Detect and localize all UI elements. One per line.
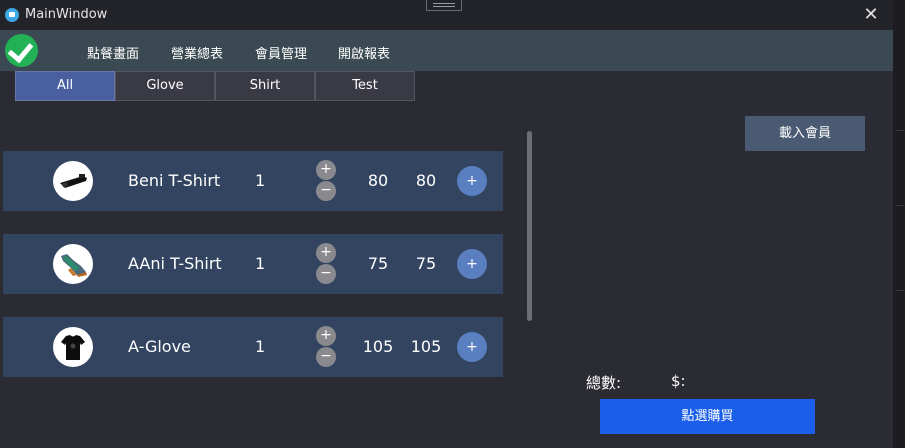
purchase-button[interactable]: 點選購買 [600,399,815,434]
product-row: AAni T-Shirt 1 + − 75 75 + [3,234,503,294]
increase-quantity-button[interactable]: + [316,243,336,263]
load-member-button[interactable]: 載入會員 [745,116,865,151]
shoe-icon [53,244,93,284]
menu-item-open-report[interactable]: 開啟報表 [338,43,390,62]
window-title: MainWindow [25,7,108,22]
background-line [895,205,905,206]
title-bar[interactable]: MainWindow ✕ [0,0,893,30]
increase-quantity-button[interactable]: + [316,160,336,180]
subtotal: 105 [410,337,442,356]
glove-icon [53,161,93,201]
product-quantity: 1 [255,337,266,356]
menu-item-sales-summary[interactable]: 營業總表 [171,43,223,62]
app-icon [5,8,19,22]
add-to-cart-button[interactable]: + [457,166,487,196]
product-name: A-Glove [128,337,191,356]
tab-glove[interactable]: Glove [115,71,215,101]
close-button[interactable]: ✕ [858,5,884,25]
product-list-scrollbar[interactable] [527,131,532,321]
decrease-quantity-button[interactable]: − [316,181,336,201]
unit-price: 75 [367,254,389,273]
product-quantity: 1 [255,171,266,190]
product-row: Beni T-Shirt 1 + − 80 80 + [3,151,503,211]
menu-bar: 點餐畫面 營業總表 會員管理 開啟報表 [0,30,893,71]
decrease-quantity-button[interactable]: − [316,347,336,367]
product-row: A-Glove 1 + − 105 105 + [3,317,503,377]
tab-shirt[interactable]: Shirt [215,71,315,101]
background-line [895,290,905,291]
menu-item-member-management[interactable]: 會員管理 [255,43,307,62]
background-line [895,130,905,131]
product-name: Beni T-Shirt [128,171,221,190]
product-name: AAni T-Shirt [128,254,222,273]
add-to-cart-button[interactable]: + [457,332,487,362]
drag-handle-icon[interactable] [426,0,462,11]
product-quantity: 1 [255,254,266,273]
decrease-quantity-button[interactable]: − [316,264,336,284]
tab-test[interactable]: Test [315,71,415,101]
subtotal: 80 [415,171,437,190]
total-amount-label: $: [671,372,686,390]
tshirt-icon [53,327,93,367]
total-count-label: 總數: [586,374,622,392]
background-window-edge [893,0,905,448]
unit-price: 80 [367,171,389,190]
unit-price: 105 [362,337,394,356]
subtotal: 75 [415,254,437,273]
menu-item-order[interactable]: 點餐畫面 [87,43,139,62]
add-to-cart-button[interactable]: + [457,249,487,279]
check-circle-icon [5,34,38,67]
tab-all[interactable]: All [15,71,115,101]
increase-quantity-button[interactable]: + [316,326,336,346]
main-window: MainWindow ✕ 點餐畫面 營業總表 會員管理 開啟報表 All Glo… [0,0,893,448]
